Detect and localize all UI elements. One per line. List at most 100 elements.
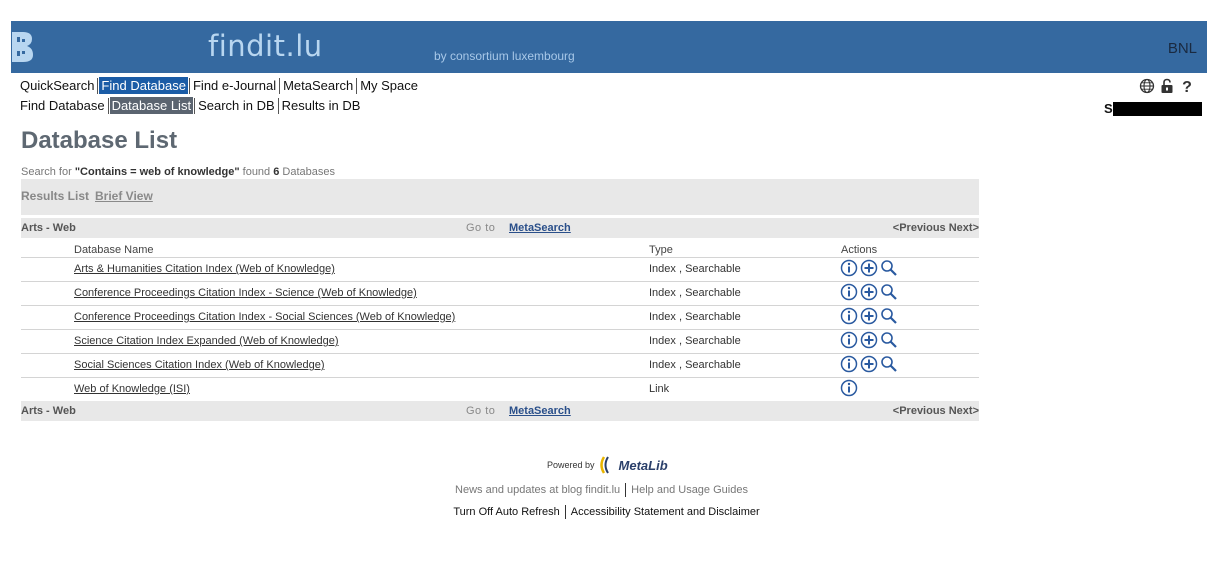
page-title: Database List <box>21 127 178 154</box>
nav-separator <box>107 97 109 114</box>
table-row: Web of Knowledge (ISI) Link <box>21 377 979 401</box>
powered-by-label: Powered by <box>547 460 595 470</box>
search-icon[interactable] <box>880 355 898 373</box>
nav-separator <box>194 97 196 114</box>
goto-label: Go to <box>466 222 496 234</box>
info-icon[interactable] <box>840 355 858 373</box>
table-row: Science Citation Index Expanded (Web of … <box>21 329 979 354</box>
table-row: Arts & Humanities Citation Index (Web of… <box>21 257 979 282</box>
search-summary: Search for "Contains = web of knowledge"… <box>21 166 335 178</box>
nav-quicksearch[interactable]: QuickSearch <box>18 77 96 94</box>
add-icon[interactable] <box>860 331 878 349</box>
primary-nav: QuickSearch Find Database Find e-Journal… <box>18 77 420 94</box>
result-suffix: Databases <box>282 166 336 178</box>
info-icon[interactable] <box>840 331 858 349</box>
brand-byline: by consortium luxembourg <box>434 49 575 63</box>
row-actions <box>840 259 898 277</box>
nav-separator <box>356 77 358 94</box>
footer-separator <box>625 483 627 497</box>
nav-separator <box>97 77 99 94</box>
search-icon[interactable] <box>880 307 898 325</box>
add-icon[interactable] <box>860 307 878 325</box>
row-actions <box>840 379 858 397</box>
nav-my-space[interactable]: My Space <box>358 77 420 94</box>
app-header: findit.lu by consortium luxembourg BNL <box>11 21 1207 73</box>
tool-icons: ? <box>1139 78 1195 96</box>
info-icon[interactable] <box>840 307 858 325</box>
metalib-wordmark: MetaLib <box>618 457 668 473</box>
lock-icon[interactable] <box>1159 78 1175 94</box>
row-actions <box>840 355 898 373</box>
category-bar-top: Arts - Web Go to MetaSearch <Previous Ne… <box>21 218 979 238</box>
subnav-results-in-db[interactable]: Results in DB <box>280 97 363 114</box>
category-bar-bottom: Arts - Web Go to MetaSearch <Previous Ne… <box>21 401 979 421</box>
database-type: Index , Searchable <box>649 359 741 371</box>
subnav-database-list[interactable]: Database List <box>109 97 194 114</box>
database-type: Index , Searchable <box>649 263 741 275</box>
user-initial: S <box>1104 101 1113 116</box>
database-name-link[interactable]: Conference Proceedings Citation Index - … <box>74 311 455 323</box>
footer-separator <box>564 505 566 519</box>
nav-separator <box>188 77 190 94</box>
search-icon[interactable] <box>880 259 898 277</box>
accessibility-link[interactable]: Accessibility Statement and Disclaimer <box>571 506 760 518</box>
prev-next-nav[interactable]: <Previous Next> <box>893 222 979 234</box>
search-query: "Contains = web of knowledge" <box>74 166 240 178</box>
nav-metasearch[interactable]: MetaSearch <box>281 77 355 94</box>
redacted-username <box>1112 101 1202 116</box>
category-name: Arts - Web <box>21 222 76 234</box>
news-link[interactable]: News and updates at blog findit.lu <box>455 484 620 496</box>
powered-by: Powered by MetaLib <box>547 456 668 474</box>
logo-b-icon <box>12 32 33 62</box>
institution-label: BNL <box>1167 40 1197 57</box>
info-icon[interactable] <box>840 379 858 397</box>
table-row: Social Sciences Citation Index (Web of K… <box>21 353 979 378</box>
prev-next-nav[interactable]: <Previous Next> <box>893 405 979 417</box>
table-row: Conference Proceedings Citation Index - … <box>21 305 979 330</box>
footer-links-2: Turn Off Auto Refresh Accessibility State… <box>3 505 1207 519</box>
database-name-link[interactable]: Social Sciences Citation Index (Web of K… <box>74 359 325 371</box>
user-info: S <box>1104 101 1202 116</box>
nav-find-ejournal[interactable]: Find e-Journal <box>191 77 278 94</box>
result-count: 6 <box>273 166 280 178</box>
help-guides-link[interactable]: Help and Usage Guides <box>631 484 748 496</box>
results-list-label: Results List <box>21 189 90 203</box>
footer-links-1: News and updates at blog findit.lu Help a… <box>0 483 1205 497</box>
metasearch-link[interactable]: MetaSearch <box>509 222 571 234</box>
metalib-logo-icon <box>599 456 609 474</box>
search-icon[interactable] <box>880 331 898 349</box>
brief-view-link[interactable]: Brief View <box>95 189 153 203</box>
col-database-name: Database Name <box>74 244 154 256</box>
view-bar: Results List Brief View <box>21 179 979 215</box>
database-name-link[interactable]: Web of Knowledge (ISI) <box>74 383 190 395</box>
subnav-search-in-db[interactable]: Search in DB <box>196 97 277 114</box>
database-name-link[interactable]: Arts & Humanities Citation Index (Web of… <box>74 263 335 275</box>
database-type: Index , Searchable <box>649 311 741 323</box>
add-icon[interactable] <box>860 355 878 373</box>
globe-icon[interactable] <box>1139 78 1155 94</box>
found-label: found <box>242 166 271 178</box>
help-icon[interactable]: ? <box>1179 78 1195 96</box>
database-type: Index , Searchable <box>649 287 741 299</box>
database-type: Link <box>649 383 670 395</box>
search-icon[interactable] <box>880 283 898 301</box>
auto-refresh-link[interactable]: Turn Off Auto Refresh <box>453 506 559 518</box>
add-icon[interactable] <box>860 259 878 277</box>
goto-label: Go to <box>466 405 496 417</box>
secondary-nav: Find Database Database List Search in DB… <box>18 97 362 114</box>
info-icon[interactable] <box>840 283 858 301</box>
database-name-link[interactable]: Science Citation Index Expanded (Web of … <box>74 335 339 347</box>
metasearch-link[interactable]: MetaSearch <box>509 405 571 417</box>
col-actions: Actions <box>841 244 878 256</box>
nav-separator <box>277 97 279 114</box>
database-name-link[interactable]: Conference Proceedings Citation Index - … <box>74 287 417 299</box>
row-actions <box>840 283 898 301</box>
nav-separator <box>279 77 281 94</box>
info-icon[interactable] <box>840 259 858 277</box>
nav-find-database[interactable]: Find Database <box>99 77 188 94</box>
col-type: Type <box>649 244 673 256</box>
category-name: Arts - Web <box>21 405 76 417</box>
add-icon[interactable] <box>860 283 878 301</box>
search-prefix: Search for <box>21 166 72 178</box>
subnav-find-database[interactable]: Find Database <box>18 97 107 114</box>
